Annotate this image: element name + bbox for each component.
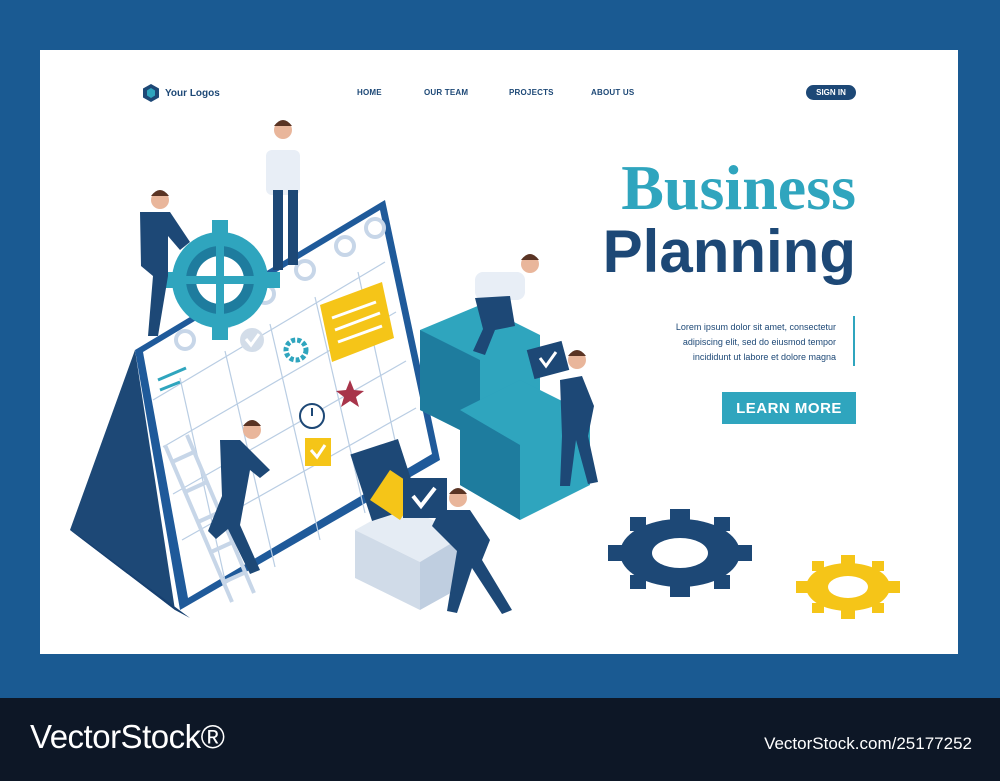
learn-more-button[interactable]: LEARN MORE [722,392,856,424]
stock-footer: VectorStock® VectorStock.com/25177252 [0,698,1000,781]
hero-description-line: Lorem ipsum dolor sit amet, consectetur [675,322,836,332]
checkmark-icon [240,328,264,352]
hero-description-line: adipiscing elit, sed do eiusmod tempor [682,337,836,347]
description-accent-bar [853,316,855,366]
yellow-gear-icon [796,555,900,619]
footer-brand: VectorStock® [30,718,225,755]
landing-page: Your Logos HOME OUR TEAM PROJECTS ABOUT … [40,50,958,654]
navy-gear-icon [608,509,752,597]
hero-title-line1: Business [621,152,856,223]
footer-image-id: VectorStock.com/25177252 [764,734,972,753]
hero-title-line2: Planning [602,218,856,285]
hero-description-line: incididunt ut labore et dolore magna [692,352,836,362]
hero-description: Lorem ipsum dolor sit amet, consectetur … [656,320,836,365]
